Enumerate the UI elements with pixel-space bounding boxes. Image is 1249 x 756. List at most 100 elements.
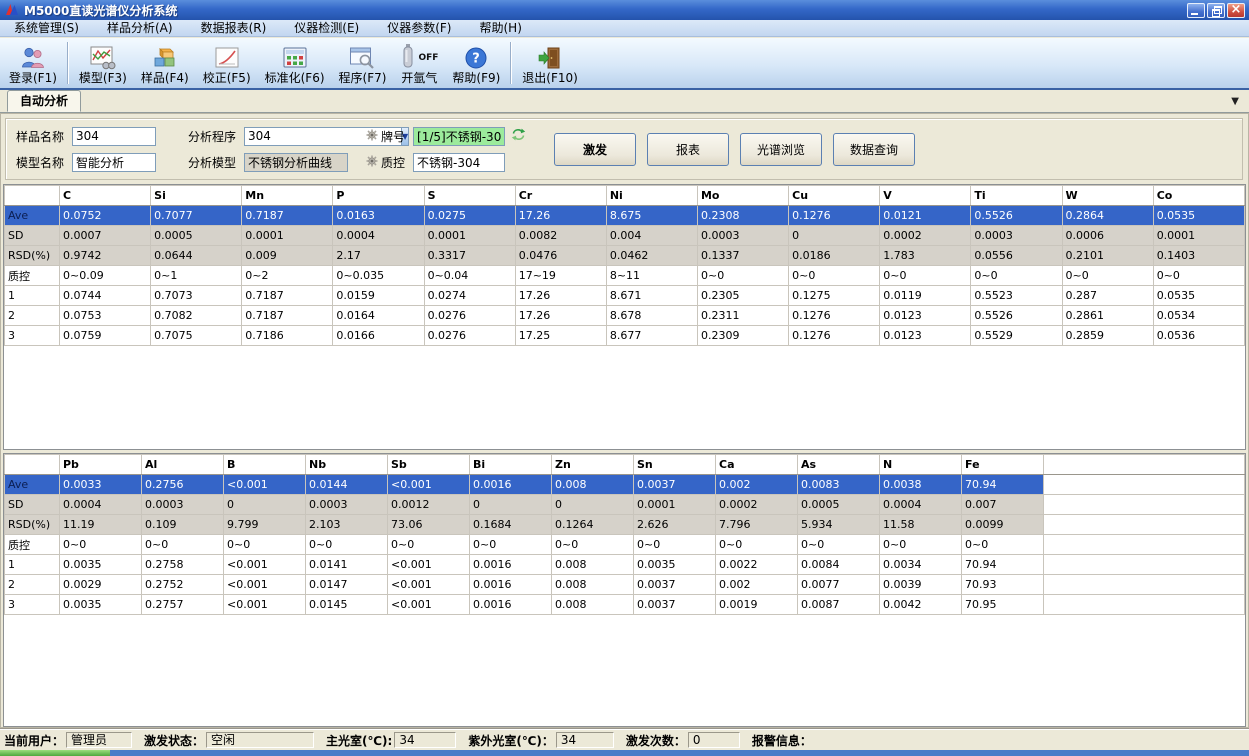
cell[interactable]: 0.0033 bbox=[60, 475, 142, 495]
row-label[interactable]: SD bbox=[5, 226, 60, 246]
cell[interactable]: 0~0 bbox=[962, 535, 1044, 555]
cell[interactable]: 0.0003 bbox=[697, 226, 788, 246]
column-header[interactable]: Ni bbox=[606, 186, 697, 206]
cell[interactable]: 8.675 bbox=[606, 206, 697, 226]
cell[interactable]: 0.0759 bbox=[60, 326, 151, 346]
cell[interactable]: 0.0159 bbox=[333, 286, 424, 306]
cell[interactable]: 0.0003 bbox=[306, 495, 388, 515]
cell[interactable]: 0.0016 bbox=[470, 595, 552, 615]
cell[interactable]: 0.2859 bbox=[1062, 326, 1153, 346]
cell[interactable]: 0~0 bbox=[634, 535, 716, 555]
cell[interactable]: 0.2864 bbox=[1062, 206, 1153, 226]
cell[interactable]: 0.0077 bbox=[798, 575, 880, 595]
cell[interactable]: 0.0166 bbox=[333, 326, 424, 346]
row-label[interactable]: 质控 bbox=[5, 535, 60, 555]
cell[interactable]: 2.626 bbox=[634, 515, 716, 535]
column-header[interactable]: Mo bbox=[697, 186, 788, 206]
cell[interactable]: 0~0.04 bbox=[424, 266, 515, 286]
cell[interactable]: 0.0141 bbox=[306, 555, 388, 575]
cell[interactable]: 0.0034 bbox=[880, 555, 962, 575]
cell[interactable]: 0.1276 bbox=[789, 326, 880, 346]
cell[interactable]: 0.0037 bbox=[634, 595, 716, 615]
cell[interactable] bbox=[1044, 475, 1245, 495]
cell[interactable]: 0.0029 bbox=[60, 575, 142, 595]
cell[interactable]: 0.0087 bbox=[798, 595, 880, 615]
spectrum-browse-button[interactable]: 光谱浏览 bbox=[740, 133, 822, 166]
cell[interactable]: 0.2311 bbox=[697, 306, 788, 326]
cell[interactable]: 0~0 bbox=[798, 535, 880, 555]
cell[interactable]: 0.0016 bbox=[470, 475, 552, 495]
menu-system[interactable]: 系统管理(S) bbox=[0, 20, 93, 37]
column-header[interactable]: Al bbox=[142, 455, 224, 475]
column-header[interactable]: P bbox=[333, 186, 424, 206]
row-label[interactable]: RSD(%) bbox=[5, 515, 60, 535]
cell[interactable]: 0~0 bbox=[60, 535, 142, 555]
cell[interactable]: 70.94 bbox=[962, 555, 1044, 575]
row-label[interactable]: Ave bbox=[5, 475, 60, 495]
menu-instrument-params[interactable]: 仪器参数(F) bbox=[373, 20, 465, 37]
sample-button[interactable]: 样品(F4) bbox=[134, 38, 196, 88]
cell[interactable]: <0.001 bbox=[388, 595, 470, 615]
cell[interactable]: 0.0037 bbox=[634, 475, 716, 495]
cell[interactable]: 0.0001 bbox=[424, 226, 515, 246]
cell[interactable]: <0.001 bbox=[224, 475, 306, 495]
cell[interactable]: 0.002 bbox=[716, 575, 798, 595]
column-header[interactable] bbox=[1044, 455, 1245, 475]
cell[interactable]: 0.0644 bbox=[151, 246, 242, 266]
cell[interactable]: 7.796 bbox=[716, 515, 798, 535]
cell[interactable]: 0.0022 bbox=[716, 555, 798, 575]
cell[interactable]: 0 bbox=[552, 495, 634, 515]
cell[interactable]: 0.0163 bbox=[333, 206, 424, 226]
cell[interactable]: 0.1684 bbox=[470, 515, 552, 535]
cell[interactable]: 0.0004 bbox=[60, 495, 142, 515]
cell[interactable]: 8.677 bbox=[606, 326, 697, 346]
column-header[interactable]: Ti bbox=[971, 186, 1062, 206]
cell[interactable]: 0.0534 bbox=[1153, 306, 1244, 326]
column-header[interactable]: N bbox=[880, 455, 962, 475]
cell[interactable]: 73.06 bbox=[388, 515, 470, 535]
cell[interactable]: 0.1337 bbox=[697, 246, 788, 266]
cell[interactable]: 0~0 bbox=[789, 266, 880, 286]
cell[interactable]: 0.0082 bbox=[515, 226, 606, 246]
cell[interactable]: 0.5529 bbox=[971, 326, 1062, 346]
cell[interactable]: 0.0019 bbox=[716, 595, 798, 615]
cell[interactable]: 0~0 bbox=[1062, 266, 1153, 286]
column-header[interactable]: Nb bbox=[306, 455, 388, 475]
cell[interactable]: 0.0083 bbox=[798, 475, 880, 495]
model-name-input[interactable] bbox=[72, 153, 156, 172]
column-header[interactable]: Mn bbox=[242, 186, 333, 206]
close-button[interactable] bbox=[1227, 3, 1245, 18]
cell[interactable]: 8.671 bbox=[606, 286, 697, 306]
cell[interactable]: 0~0 bbox=[552, 535, 634, 555]
cell[interactable]: <0.001 bbox=[388, 555, 470, 575]
cell[interactable]: 0~0 bbox=[142, 535, 224, 555]
gear-icon[interactable] bbox=[366, 129, 378, 144]
cell[interactable]: 0.0007 bbox=[60, 226, 151, 246]
login-button[interactable]: 登录(F1) bbox=[2, 38, 64, 88]
cell[interactable]: 0.7077 bbox=[151, 206, 242, 226]
qc-input[interactable] bbox=[413, 153, 505, 172]
cell[interactable]: 0~0.035 bbox=[333, 266, 424, 286]
column-header[interactable]: Sb bbox=[388, 455, 470, 475]
cell[interactable]: 0.0001 bbox=[634, 495, 716, 515]
cell[interactable]: 0~0 bbox=[388, 535, 470, 555]
row-label[interactable]: 3 bbox=[5, 595, 60, 615]
cell[interactable]: 0.0752 bbox=[60, 206, 151, 226]
cell[interactable]: 0.002 bbox=[716, 475, 798, 495]
argon-toggle-button[interactable]: OFF 开氩气 bbox=[393, 38, 445, 88]
cell[interactable]: 0.009 bbox=[242, 246, 333, 266]
analysis-program-combo[interactable]: ▼ bbox=[244, 127, 348, 146]
cell[interactable]: 8~11 bbox=[606, 266, 697, 286]
cell[interactable]: 0.0535 bbox=[1153, 286, 1244, 306]
column-header[interactable]: Ca bbox=[716, 455, 798, 475]
cell[interactable] bbox=[1044, 495, 1245, 515]
cell[interactable]: 0.008 bbox=[552, 595, 634, 615]
cell[interactable]: 0~0 bbox=[880, 535, 962, 555]
cell[interactable]: 0.0037 bbox=[634, 575, 716, 595]
excite-button[interactable]: 激发 bbox=[554, 133, 636, 166]
cell[interactable]: 0.0274 bbox=[424, 286, 515, 306]
cell[interactable]: 0~2 bbox=[242, 266, 333, 286]
cell[interactable]: 0.0084 bbox=[798, 555, 880, 575]
cell[interactable]: 0~0 bbox=[971, 266, 1062, 286]
cell[interactable]: 0.0476 bbox=[515, 246, 606, 266]
